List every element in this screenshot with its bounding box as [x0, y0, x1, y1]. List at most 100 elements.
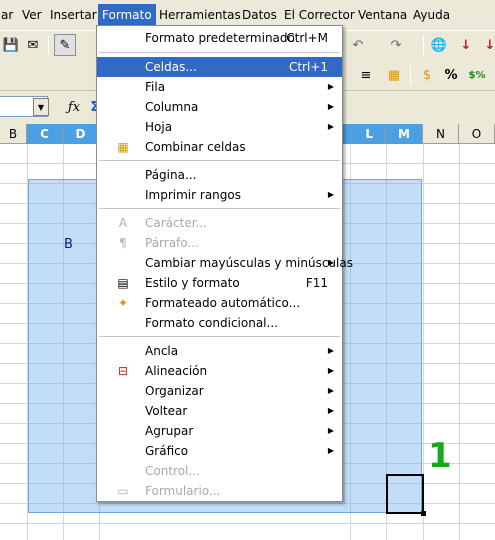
column-header-m[interactable]: M [386, 124, 423, 144]
menu-item-label: Control... [145, 464, 200, 478]
submenu-arrow-icon: ▶ [327, 406, 334, 415]
menu-item-alineacion[interactable]: ⊟ Alineación ▶ [97, 361, 342, 381]
menu-item-combinar-celdas[interactable]: ▦ Combinar celdas [97, 137, 342, 157]
email-icon[interactable]: ✉ [22, 34, 44, 56]
navigator-icon[interactable]: 🌐 [428, 34, 450, 56]
column-header-o[interactable]: O [459, 124, 495, 144]
grid-line [459, 144, 460, 540]
percent-format-icon[interactable]: % [440, 64, 462, 86]
form-icon: ▭ [117, 484, 129, 498]
menu-item-celdas[interactable]: Celdas... Ctrl+1 [97, 57, 342, 77]
styles-icon: ▤ [117, 276, 129, 290]
menu-item-label: Formato condicional... [145, 316, 278, 330]
menu-item-label: Agrupar [145, 424, 194, 438]
menu-item-label: Alineación [145, 364, 208, 378]
number-format-icon[interactable]: $% [466, 64, 488, 86]
menu-datos[interactable]: Datos [238, 4, 281, 26]
menu-item-fila[interactable]: Fila ▶ [97, 77, 342, 97]
menu-ayuda[interactable]: Ayuda [409, 4, 454, 26]
menu-item-label: Formateado automático... [145, 296, 301, 310]
redo-icon[interactable]: ↷ [385, 34, 407, 56]
submenu-arrow-icon: ▶ [327, 190, 334, 199]
function-wizard-icon[interactable]: ƒx [63, 96, 85, 118]
annotation-step-1: 1 [428, 436, 452, 476]
currency-format-icon[interactable]: $ [416, 64, 438, 86]
menu-item-formato-condicional[interactable]: Formato condicional... [97, 313, 342, 333]
menu-el-corrector[interactable]: El Corrector [280, 4, 359, 26]
menu-item-label: Cambiar mayúsculas y minúsculas [145, 256, 353, 270]
fill-handle[interactable] [421, 511, 426, 516]
character-icon: A [118, 216, 128, 230]
sort-ascending-icon[interactable]: ↓ [455, 34, 477, 56]
menu-item-voltear[interactable]: Voltear ▶ [97, 401, 342, 421]
menu-item-label: Fila [145, 80, 166, 94]
menu-item-label: Formato predeterminado [145, 31, 295, 45]
active-cell[interactable] [386, 474, 424, 514]
menu-item-estilo-y-formato[interactable]: ▤ Estilo y formato F11 [97, 273, 342, 293]
sort-descending-icon[interactable]: ↓ [479, 34, 495, 56]
menu-item-label: Hoja [145, 120, 173, 134]
cell-value: B [64, 237, 73, 252]
menu-item-cambiar-mayusculas[interactable]: Cambiar mayúsculas y minúsculas ▶ [97, 253, 353, 273]
submenu-arrow-icon: ▶ [327, 446, 334, 455]
menu-item-imprimir-rangos[interactable]: Imprimir rangos ▶ [97, 185, 342, 205]
menu-item-shortcut: F11 [305, 276, 328, 290]
toolbar-separator [48, 35, 49, 55]
menu-item-label: Voltear [145, 404, 188, 418]
edit-mode-icon[interactable]: ✎ [54, 34, 76, 56]
menu-item-label: Gráfico [145, 444, 189, 458]
menu-item-columna[interactable]: Columna ▶ [97, 97, 342, 117]
alignment-icon: ⊟ [117, 364, 129, 378]
submenu-arrow-icon: ▶ [327, 122, 334, 131]
menu-insertar[interactable]: Insertar [46, 4, 101, 26]
column-header-n[interactable]: N [423, 124, 459, 144]
menu-item-pagina[interactable]: Página... [97, 165, 342, 185]
submenu-arrow-icon: ▶ [327, 346, 334, 355]
menu-separator [99, 52, 340, 53]
submenu-arrow-icon: ▶ [327, 366, 334, 375]
menu-item-ancla[interactable]: Ancla ▶ [97, 341, 342, 361]
column-header-l[interactable]: L [343, 124, 386, 144]
menu-item-label: Párrafo... [145, 236, 199, 250]
merge-cells-icon: ▦ [117, 140, 129, 154]
menu-item-parrafo: ¶ Párrafo... [97, 233, 342, 253]
submenu-arrow-icon: ▶ [327, 82, 334, 91]
menu-item-grafico[interactable]: Gráfico ▶ [97, 441, 342, 461]
menu-item-formato-predeterminado[interactable]: Formato predeterminado Ctrl+M [97, 28, 342, 48]
menu-formato[interactable]: Formato [98, 4, 156, 26]
menu-item-label: Celdas... [145, 60, 197, 74]
column-header-b[interactable]: B [0, 124, 27, 144]
save-icon[interactable]: 💾 [0, 34, 22, 56]
paragraph-icon: ¶ [119, 236, 127, 250]
menu-item-control: Control... [97, 461, 342, 481]
chevron-down-icon[interactable]: ▼ [33, 98, 49, 116]
submenu-arrow-icon: ▶ [327, 426, 334, 435]
menu-item-hoja[interactable]: Hoja ▶ [97, 117, 342, 137]
menu-item-label: Organizar [145, 384, 204, 398]
menu-item-label: Imprimir rangos [145, 188, 241, 202]
menu-item-label: Columna [145, 100, 199, 114]
submenu-arrow-icon: ▶ [327, 386, 334, 395]
menu-herramientas[interactable]: Herramientas [155, 4, 245, 26]
submenu-arrow-icon: ▶ [327, 102, 334, 111]
menu-ventana[interactable]: Ventana [354, 4, 411, 26]
menu-item-label: Formulario... [145, 484, 221, 498]
menu-item-label: Página... [145, 168, 197, 182]
menu-item-organizar[interactable]: Organizar ▶ [97, 381, 342, 401]
menu-archivo[interactable]: ar [0, 4, 17, 26]
merge-cells-icon[interactable]: ▦ [383, 64, 405, 86]
undo-icon[interactable]: ↶ [347, 34, 369, 56]
menu-ver[interactable]: Ver [18, 4, 46, 26]
menu-item-formateado-automatico[interactable]: ✦ Formateado automático... [97, 293, 342, 313]
formato-menu: Formato predeterminado Ctrl+M Celdas... … [96, 25, 353, 502]
align-justify-icon[interactable]: ≡ [355, 64, 377, 86]
menu-separator [99, 208, 340, 209]
menu-separator [99, 160, 340, 161]
toolbar-separator [423, 35, 424, 55]
toolbar-separator [410, 65, 411, 85]
column-header-c[interactable]: C [27, 124, 63, 144]
menu-item-shortcut: Ctrl+M [286, 31, 328, 45]
menu-item-agrupar[interactable]: Agrupar ▶ [97, 421, 342, 441]
column-header-d[interactable]: D [63, 124, 99, 144]
menu-item-shortcut: Ctrl+1 [288, 60, 328, 74]
